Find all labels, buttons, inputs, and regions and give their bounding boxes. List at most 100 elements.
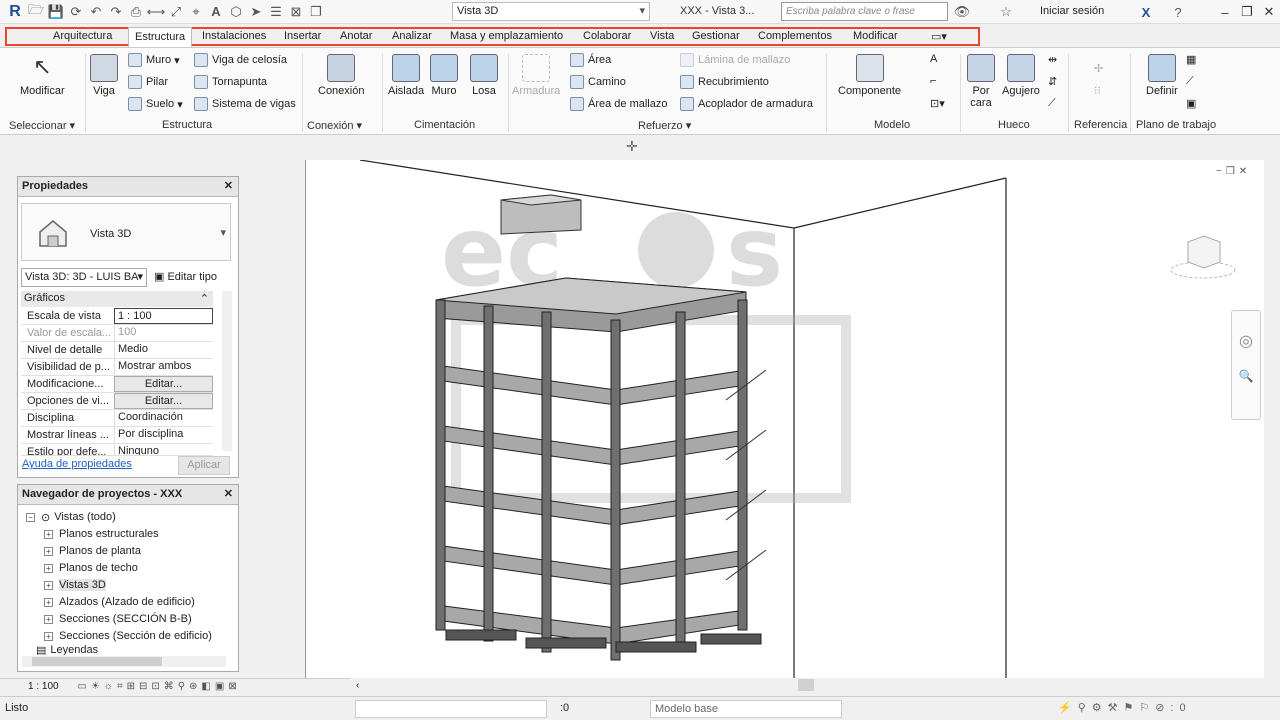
view-selector[interactable]: Vista 3D (452, 2, 650, 21)
muro-button[interactable]: Muro ▾ (128, 53, 180, 67)
thin-lines-icon[interactable]: ☰ (266, 3, 286, 21)
aislada-button[interactable]: Aislada (388, 54, 424, 97)
armadura-button[interactable]: Armadura (512, 54, 560, 97)
close-button[interactable]: ✕ (1258, 2, 1280, 22)
tab-arquitectura[interactable]: Arquitectura (47, 29, 118, 45)
workset-selector[interactable] (355, 700, 547, 718)
design-option-selector[interactable]: Modelo base (650, 700, 842, 718)
tornapunta-button[interactable]: Tornapunta (194, 75, 267, 89)
grid-icon[interactable]: ✢ (1094, 62, 1103, 75)
area-mallazo-button[interactable]: Área de mallazo (570, 97, 668, 111)
3d-view-canvas[interactable]: ec s −❐✕ ◎ 🔍 (305, 159, 1272, 678)
tree-item[interactable]: + Alzados (Alzado de edificio) (44, 594, 195, 610)
conexion-button[interactable]: Conexión (318, 54, 364, 97)
steering-wheel-icon[interactable]: ◎ (1232, 331, 1260, 351)
tree-item[interactable]: + Planos estructurales (44, 526, 159, 542)
muro-cimentacion-button[interactable]: Muro (430, 54, 458, 97)
help-icon[interactable]: ? (1168, 3, 1188, 21)
tab-analizar[interactable]: Analizar (386, 29, 438, 45)
tag-icon[interactable]: ⌖ (186, 3, 206, 21)
viewcube[interactable] (1168, 230, 1238, 280)
close-hidden-icon[interactable]: ⊠ (286, 3, 306, 21)
ref-plane-workplane-icon[interactable]: ⟋ (1186, 75, 1194, 88)
recubrimiento-button[interactable]: Recubrimiento (680, 75, 769, 89)
canvas-v-scrollbar[interactable] (1264, 160, 1276, 678)
tree-root[interactable]: − ⊙ Vistas (todo) (26, 509, 116, 525)
restore-button[interactable]: ❐ (1236, 2, 1258, 22)
redo-icon[interactable]: ↷ (106, 3, 126, 21)
save-icon[interactable]: 💾 (46, 3, 66, 21)
exchange-icon[interactable]: X (1136, 3, 1156, 21)
sync-icon[interactable]: ⟳ (66, 3, 86, 21)
star-icon[interactable]: ☆ (996, 3, 1016, 21)
dimension-icon[interactable]: ⤢ (166, 3, 186, 21)
minimize-button[interactable]: – (1214, 2, 1236, 22)
prop-row[interactable]: Visibilidad de p... Mostrar ambos (21, 359, 213, 376)
print-icon[interactable]: ⎙ (126, 3, 146, 21)
componente-button[interactable]: Componente (838, 54, 901, 97)
apply-button[interactable]: Aplicar (178, 456, 230, 475)
close-icon[interactable]: ✕ (224, 179, 233, 192)
agujero-button[interactable]: Agujero (1002, 54, 1040, 97)
text-icon[interactable]: A (206, 3, 226, 21)
prop-row[interactable]: Escala de vista 1 : 100 (21, 308, 213, 325)
browser-h-scrollbar[interactable] (22, 656, 226, 667)
tree-item[interactable]: + Secciones (Sección de edificio) (44, 628, 212, 644)
group-conexion[interactable]: Conexión ▾ (307, 119, 362, 132)
measure-icon[interactable]: ⟷ (146, 3, 166, 21)
canvas-h-scrollbar[interactable] (352, 678, 1264, 692)
tree-item[interactable]: + Vistas 3D (44, 577, 106, 593)
por-cara-button[interactable]: Por cara (966, 54, 996, 109)
undo-icon[interactable]: ↶ (86, 3, 106, 21)
tab-colaborar[interactable]: Colaborar (577, 29, 637, 45)
tab-vista[interactable]: Vista (644, 29, 680, 45)
type-selector[interactable]: Vista 3D ▾ (21, 203, 231, 261)
close-icon[interactable]: ✕ (224, 487, 233, 500)
view-scale[interactable]: 1 : 100 (28, 681, 59, 692)
edit-display-button[interactable]: Editar... (114, 393, 213, 409)
suelo-button[interactable]: Suelo ▾ (128, 97, 183, 111)
area-button[interactable]: Área (570, 53, 611, 67)
tab-anotar[interactable]: Anotar (334, 29, 378, 45)
tab-masa-emplazamiento[interactable]: Masa y emplazamiento (444, 29, 569, 45)
show-workplane-icon[interactable]: ▦ (1186, 53, 1196, 66)
prop-row[interactable]: Mostrar líneas ... Por disciplina (21, 427, 213, 444)
viga-button[interactable]: Viga (90, 54, 118, 97)
search-input[interactable]: Escriba palabra clave o frase (781, 2, 948, 21)
tree-item[interactable]: + Secciones (SECCIÓN B-B) (44, 611, 192, 627)
tree-item[interactable]: + Planos de techo (44, 560, 138, 576)
tab-instalaciones[interactable]: Instalaciones (196, 29, 272, 45)
prop-row[interactable]: Nivel de detalle Medio (21, 342, 213, 359)
wall-opening-icon[interactable]: ⇹ (1048, 53, 1057, 66)
sign-in-button[interactable]: Iniciar sesión (1040, 5, 1104, 17)
modificar-button[interactable]: ↖ Modificar (20, 54, 65, 97)
binoculars-icon[interactable]: 👁 (952, 3, 972, 21)
ref-plane-icon[interactable]: ⁝⁝ (1094, 84, 1101, 97)
navigation-bar[interactable]: ◎ 🔍 (1231, 310, 1261, 420)
tab-gestionar[interactable]: Gestionar (686, 29, 746, 45)
tree-item[interactable]: + Planos de planta (44, 543, 141, 559)
open-icon[interactable]: 🗁 (26, 2, 46, 21)
tab-estructura[interactable]: Estructura (128, 27, 193, 47)
sistema-vigas-button[interactable]: Sistema de vigas (194, 97, 296, 111)
lamina-mallazo-button[interactable]: Lámina de mallazo (680, 53, 790, 67)
instance-selector[interactable]: Vista 3D: 3D - LUIS BA (21, 268, 147, 287)
viewer-icon[interactable]: ▣ (1186, 97, 1196, 110)
zoom-icon[interactable]: 🔍 (1232, 369, 1260, 383)
tab-complementos[interactable]: Complementos (752, 29, 838, 45)
scroll-left-icon[interactable]: ‹ (356, 680, 359, 691)
properties-scrollbar[interactable] (222, 291, 232, 451)
edit-type-button[interactable]: ▣ Editar tipo (154, 270, 217, 283)
dormer-icon[interactable]: ⟋ (1048, 97, 1056, 110)
revit-logo[interactable]: R (4, 1, 26, 23)
tab-insertar[interactable]: Insertar (278, 29, 327, 45)
pilar-button[interactable]: Pilar (128, 75, 168, 89)
viga-celosia-button[interactable]: Viga de celosía (194, 53, 287, 67)
definir-button[interactable]: Definir (1146, 54, 1178, 97)
camino-button[interactable]: Camino (570, 75, 626, 89)
losa-button[interactable]: Losa (470, 54, 498, 97)
tree-item[interactable]: ▤ Leyendas (36, 645, 98, 655)
edit-overrides-button[interactable]: Editar... (114, 376, 213, 392)
properties-help-link[interactable]: Ayuda de propiedades (22, 458, 132, 470)
3d-view-icon[interactable]: ⬡ (226, 3, 246, 21)
